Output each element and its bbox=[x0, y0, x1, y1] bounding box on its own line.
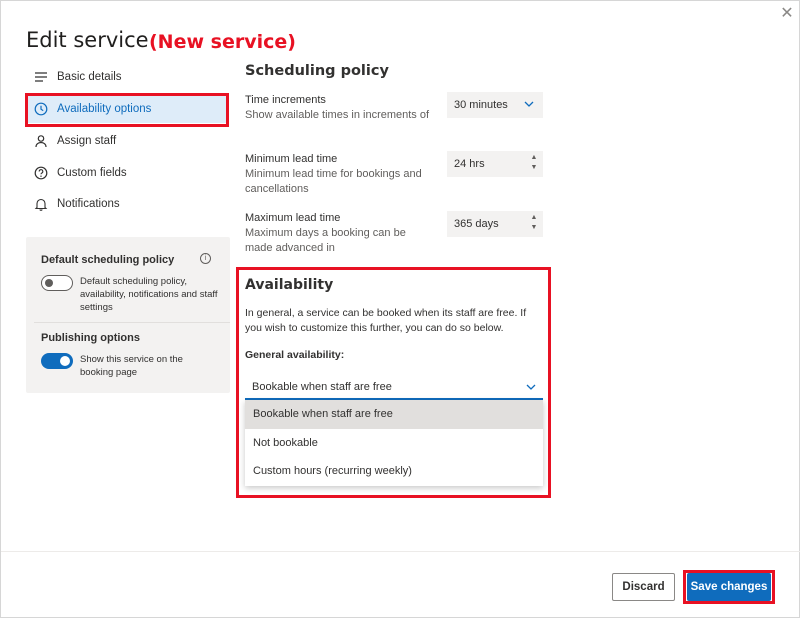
chevron-down-icon bbox=[523, 98, 535, 113]
availability-description: In general, a service can be booked when… bbox=[245, 307, 527, 334]
default-policy-toggle-text: Default scheduling policy, availability,… bbox=[80, 276, 218, 313]
nav-item-custom-fields[interactable]: Custom fields bbox=[27, 159, 227, 187]
annotation-label: (New service) bbox=[149, 31, 296, 53]
list-icon bbox=[33, 69, 49, 85]
person-icon bbox=[33, 133, 49, 149]
discard-button[interactable]: Discard bbox=[612, 573, 675, 601]
menu-option-not-bookable[interactable]: Not bookable bbox=[245, 429, 543, 458]
increment-icon[interactable]: ▲ bbox=[531, 153, 538, 163]
max-lead-description: Maximum days a booking can be made advan… bbox=[245, 227, 406, 254]
general-availability-select[interactable]: Bookable when staff are free bbox=[245, 376, 543, 400]
increment-icon[interactable]: ▲ bbox=[531, 213, 538, 223]
nav-item-label: Notifications bbox=[57, 198, 120, 210]
decrement-icon[interactable]: ▼ bbox=[531, 163, 538, 173]
general-availability-value: Bookable when staff are free bbox=[252, 381, 392, 393]
time-increments-label-group: Time increments Show available times in … bbox=[245, 93, 440, 123]
dialog-title: Edit service bbox=[26, 28, 149, 52]
general-availability-label: General availability: bbox=[245, 349, 345, 361]
bell-icon bbox=[33, 196, 49, 212]
min-lead-label: Minimum lead time bbox=[245, 153, 338, 165]
nav-item-label: Custom fields bbox=[57, 167, 127, 179]
nav-item-basic-details[interactable]: Basic details bbox=[27, 63, 227, 91]
publishing-toggle-text: Show this service on the booking page bbox=[80, 354, 183, 378]
settings-card: Default scheduling policy i Default sche… bbox=[26, 237, 230, 393]
default-policy-title: Default scheduling policy bbox=[41, 254, 175, 266]
min-lead-spinner[interactable]: 24 hrs ▲ ▼ bbox=[447, 151, 543, 177]
info-icon[interactable]: i bbox=[200, 253, 211, 264]
nav-item-label: Basic details bbox=[57, 71, 122, 83]
close-icon[interactable]: ✕ bbox=[779, 6, 795, 22]
question-circle-icon bbox=[33, 165, 49, 181]
nav-item-label: Assign staff bbox=[57, 135, 117, 147]
scheduling-policy-title: Scheduling policy bbox=[245, 63, 389, 79]
availability-title: Availability bbox=[245, 277, 334, 293]
save-changes-button[interactable]: Save changes bbox=[687, 573, 771, 601]
time-increments-description: Show available times in increments of bbox=[245, 109, 430, 121]
clock-icon bbox=[33, 101, 49, 117]
menu-option-bookable[interactable]: Bookable when staff are free bbox=[245, 400, 543, 429]
publishing-options-title: Publishing options bbox=[41, 332, 140, 344]
max-lead-spinner[interactable]: 365 days ▲ ▼ bbox=[447, 211, 543, 237]
nav-item-availability-options[interactable]: Availability options bbox=[27, 95, 227, 123]
dialog: ✕ Edit service (New service) Basic detai… bbox=[0, 0, 800, 618]
default-policy-toggle[interactable] bbox=[41, 275, 73, 291]
chevron-down-icon bbox=[525, 381, 537, 396]
time-increments-label: Time increments bbox=[245, 94, 326, 106]
nav-item-label: Availability options bbox=[57, 103, 152, 115]
general-availability-menu: Bookable when staff are free Not bookabl… bbox=[245, 400, 543, 486]
decrement-icon[interactable]: ▼ bbox=[531, 223, 538, 233]
publishing-toggle[interactable] bbox=[41, 353, 73, 369]
min-lead-label-group: Minimum lead time Minimum lead time for … bbox=[245, 152, 440, 197]
max-lead-label: Maximum lead time bbox=[245, 212, 341, 224]
footer-divider bbox=[1, 551, 800, 552]
time-increments-dropdown[interactable]: 30 minutes bbox=[447, 92, 543, 118]
max-lead-label-group: Maximum lead time Maximum days a booking… bbox=[245, 211, 425, 256]
time-increments-value: 30 minutes bbox=[454, 99, 508, 111]
max-lead-value: 365 days bbox=[454, 218, 499, 230]
menu-option-custom-hours[interactable]: Custom hours (recurring weekly) bbox=[245, 457, 543, 486]
min-lead-value: 24 hrs bbox=[454, 158, 485, 170]
min-lead-description: Minimum lead time for bookings and cance… bbox=[245, 168, 422, 195]
nav-item-notifications[interactable]: Notifications bbox=[27, 190, 227, 218]
divider bbox=[34, 322, 230, 323]
nav-item-assign-staff[interactable]: Assign staff bbox=[27, 127, 227, 155]
